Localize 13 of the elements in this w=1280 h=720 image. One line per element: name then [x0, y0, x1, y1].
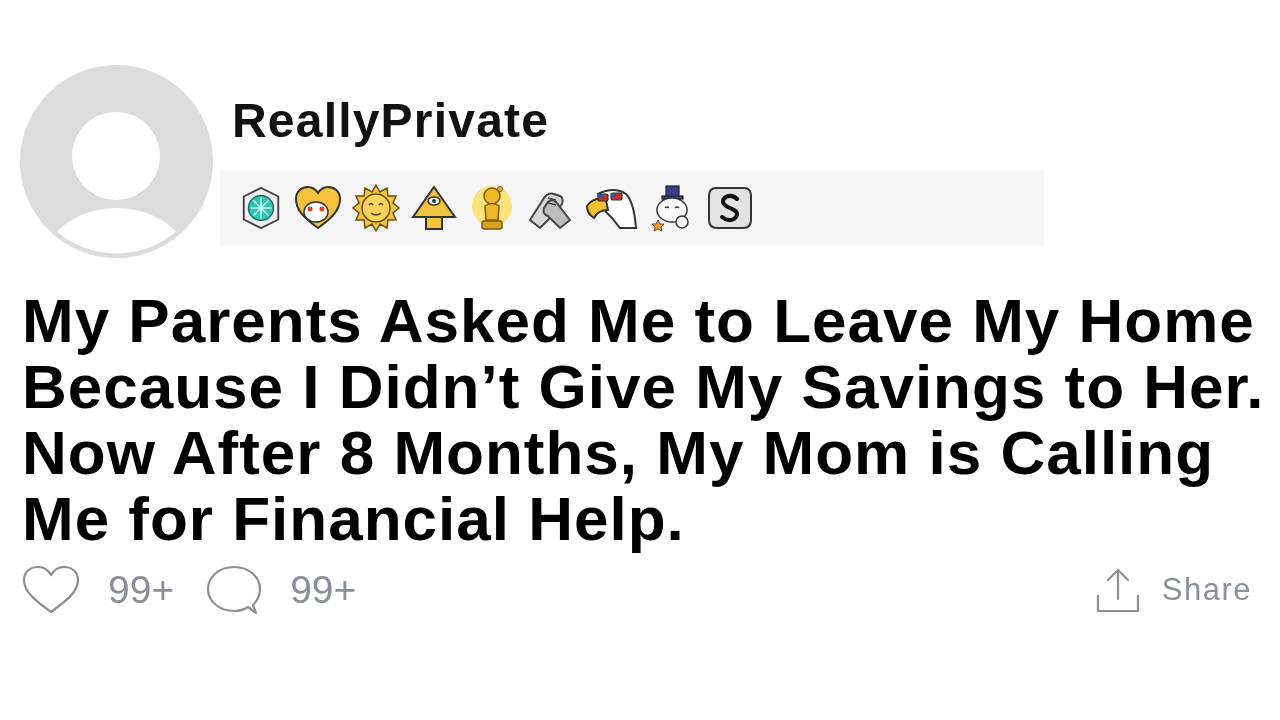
speech-bubble-icon [206, 565, 263, 615]
avatar-icon [20, 65, 213, 258]
comment-button[interactable]: 99+ [206, 565, 357, 615]
pyramid-eye-icon [410, 184, 458, 232]
heart-outline-icon [22, 566, 80, 614]
like-button[interactable]: 99+ [22, 566, 175, 614]
share-icon [1095, 567, 1140, 613]
heart-icon [294, 184, 342, 232]
sun-icon [352, 184, 400, 232]
squiggle-badge-icon [706, 184, 754, 232]
post-title: My Parents Asked Me to Leave My Home Because I Didn’t Give My Savings to Her. Now After 8 Months, My Mom is Calling Me for Financial Help. [22, 288, 1266, 552]
share-button[interactable]: Share [1095, 566, 1252, 614]
username[interactable]: ReallyPrivate [232, 95, 550, 147]
